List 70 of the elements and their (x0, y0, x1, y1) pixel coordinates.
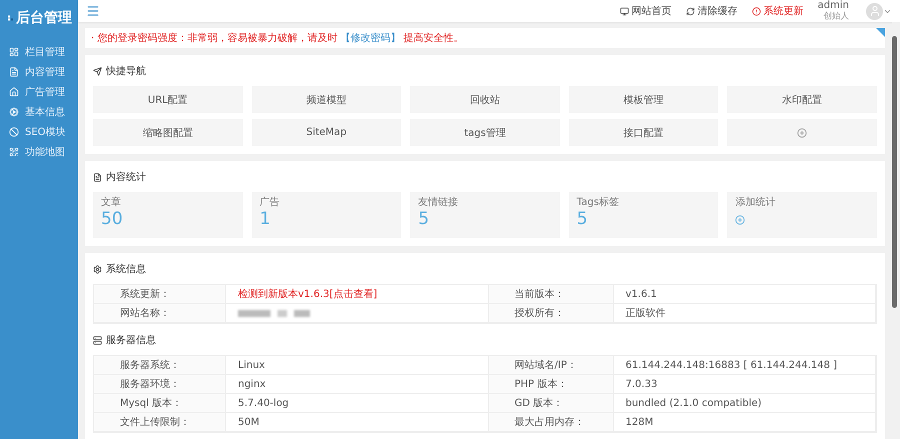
stat-value: 1 (260, 209, 272, 229)
stat-label: Tags标签 (576, 196, 620, 209)
stat-value: 50 (101, 209, 124, 229)
info-label: 授权所有： (488, 304, 614, 323)
info-label: 网站域名/IP： (488, 356, 614, 375)
shortcut-button[interactable]: 回收站 (410, 86, 560, 113)
logo-text: 后台管理 (16, 9, 72, 27)
shortcut-button[interactable]: tags管理 (410, 119, 560, 146)
document-icon (93, 172, 102, 182)
plus-circle-icon (797, 128, 808, 138)
stat-label: 文章 (101, 196, 122, 209)
shortcut-button[interactable]: 频道模型 (252, 86, 402, 113)
card-title: 服务器信息 (106, 334, 156, 347)
info-label: 系统更新： (94, 285, 226, 304)
stat-label: 广告 (260, 196, 281, 209)
info-value: nginx (226, 375, 488, 394)
info-value: Linux (226, 356, 488, 375)
refresh-icon (686, 6, 695, 16)
no-entry-icon (9, 127, 19, 137)
update-link[interactable]: 检测到新版本v1.6.3[点击查看] (226, 285, 488, 304)
info-value: v1.6.1 (614, 285, 876, 304)
gear-icon (9, 107, 19, 117)
header-link[interactable]: 系统更新 (752, 4, 804, 18)
alert-text: · 您的登录密码强度：非常弱，容易被暴力破解，请及时 【修改密码】 提高安全性。 (91, 32, 464, 45)
info-label: 服务器系统： (94, 356, 226, 375)
info-value: 128M (614, 413, 876, 432)
stat-label: 添加统计 (735, 196, 776, 209)
shortcut-button[interactable]: 缩略图配置 (93, 119, 243, 146)
alert-icon (752, 6, 761, 16)
info-label: PHP 版本： (488, 375, 614, 394)
info-value: 7.0.33 (614, 375, 876, 394)
send-icon (93, 66, 102, 76)
shortcut-button[interactable]: URL配置 (93, 86, 243, 113)
info-value: bundled (2.1.0 compatible) (614, 394, 876, 413)
info-label: Mysql 版本： (94, 394, 226, 413)
document-icon (9, 67, 19, 77)
monitor-icon (620, 6, 629, 16)
grid-icon (9, 47, 19, 57)
info-label: 最大占用内存： (488, 413, 614, 432)
header-link[interactable]: 网站首页 (620, 4, 672, 18)
card-title: 快捷导航 (106, 64, 146, 78)
info-label: 当前版本： (488, 285, 614, 304)
header-link[interactable]: 清除缓存 (686, 4, 738, 18)
shortcut-button[interactable]: 接口配置 (568, 119, 718, 146)
info-label: 网站名称： (94, 304, 226, 323)
qr-code-icon (9, 147, 19, 157)
info-value: 61.144.244.148:16883 [ 61.144.244.148 ] (614, 356, 876, 375)
user-role: 创始人 (824, 12, 849, 22)
info-label: GD 版本： (488, 394, 614, 413)
add-icon[interactable] (735, 215, 746, 225)
shortcut-button[interactable]: 水印配置 (727, 86, 877, 113)
user-name: admin (818, 0, 849, 11)
card-title: 内容统计 (106, 170, 146, 184)
info-value: 5.7.40-log (226, 394, 488, 413)
gear-icon (93, 264, 102, 274)
server-icon (93, 336, 102, 344)
home-icon (9, 87, 19, 97)
blurred-value (238, 310, 310, 316)
info-label: 文件上传限制： (94, 413, 226, 432)
stat-label: 友情链接 (418, 196, 460, 209)
menu-icon[interactable] (86, 4, 100, 18)
shortcut-button[interactable]: SiteMap (252, 119, 402, 146)
stat-value: 5 (576, 209, 589, 229)
card-title: 系统信息 (106, 262, 146, 276)
info-label: 服务器环境： (94, 375, 226, 394)
info-value: 50M (226, 413, 488, 432)
change-password-link[interactable]: 【修改密码】 (340, 33, 401, 44)
stat-value: 5 (418, 209, 430, 229)
info-value: 正版软件 (614, 304, 876, 323)
shortcut-button[interactable]: 模板管理 (568, 86, 718, 113)
